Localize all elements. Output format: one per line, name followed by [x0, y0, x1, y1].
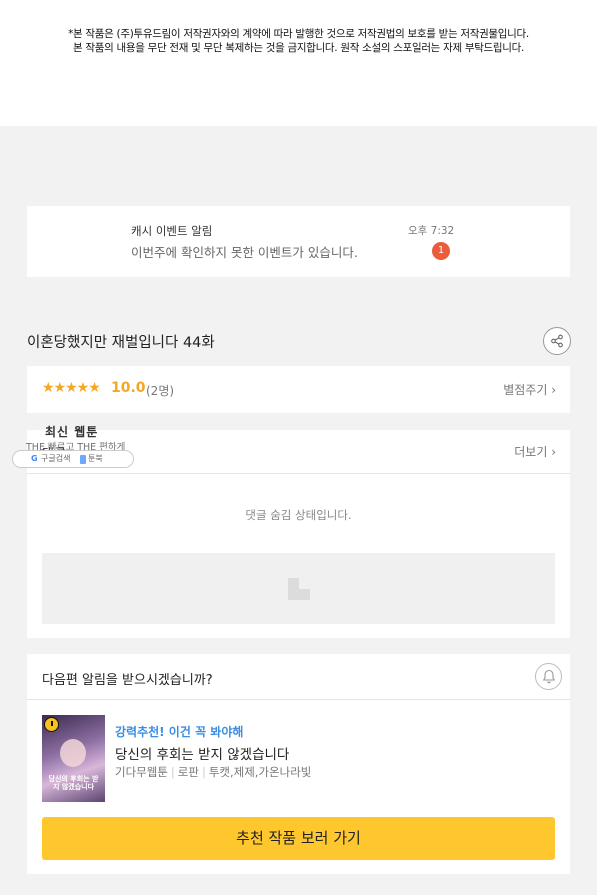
recommend-button[interactable]: 추천 작품 보러 가기	[42, 817, 555, 860]
rate-button[interactable]: 별점주기 ›	[503, 381, 556, 398]
share-icon	[551, 334, 563, 348]
rating-card: ★★★★★ 10.0 (2명) 별점주기 ›	[27, 366, 570, 413]
notification-badge: 1	[432, 242, 450, 260]
episode-title: 이혼당했지만 재벌입니다 44화	[27, 335, 215, 351]
clock-icon	[44, 717, 59, 732]
notification-time: 오후 7:32	[408, 225, 455, 237]
thumbnail-title-art: 당신의 후회는 받지 않겠습니다	[48, 775, 99, 791]
bell-icon	[542, 669, 555, 684]
google-g-icon: G	[31, 454, 38, 463]
app-label: 툰북	[88, 454, 103, 463]
notice-line-1: *본 작품은 (주)투유드림이 저작권자와의 계약에 따라 발행한 것으로 저작…	[68, 28, 529, 40]
recommend-thumbnail[interactable]: 당신의 후회는 받지 않겠습니다	[42, 715, 105, 802]
ad-placeholder[interactable]	[42, 553, 555, 624]
subscribe-question: 다음편 알림을 받으시겠습니까?	[42, 673, 213, 688]
rating-score: 10.0	[111, 380, 146, 396]
recommend-meta: 기다무웹툰 | 로판 | 투캣,제제,가온나라빛	[115, 765, 312, 779]
floating-ad-banner[interactable]: 최신 웹툰 THE 빠르고 THE 편하게 G 구글검색 툰북	[12, 421, 134, 469]
comments-more-button[interactable]: 더보기 ›	[514, 443, 556, 460]
rating-count: (2명)	[146, 384, 175, 398]
recommend-category: 로판	[177, 765, 199, 779]
comments-hidden-message: 댓글 숨김 상태입니다.	[245, 508, 352, 522]
recommend-title[interactable]: 당신의 후회는 받지 않겠습니다	[115, 743, 289, 763]
subscribe-bell-button[interactable]	[535, 663, 562, 690]
notification-message: 이번주에 확인하지 못한 이벤트가 있습니다.	[131, 245, 358, 260]
floating-ad-pill[interactable]: G 구글검색 툰북	[12, 450, 134, 468]
notification-title: 캐시 이벤트 알림	[131, 224, 213, 238]
floating-ad-title: 최신 웹툰	[45, 425, 99, 439]
recommend-tag: 강력추천! 이건 꼭 봐야해	[115, 725, 244, 739]
google-search-label: 구글검색	[41, 454, 71, 463]
recommend-keywords: 투캣,제제,가온나라빛	[208, 765, 312, 779]
recommend-genre: 기다무웹툰	[115, 765, 168, 779]
notification-card[interactable]: 캐시 이벤트 알림 이번주에 확인하지 못한 이벤트가 있습니다. 오후 7:3…	[27, 206, 570, 277]
divider	[27, 699, 570, 700]
rating-stars: ★★★★★	[42, 380, 101, 396]
ad-logo-icon	[287, 577, 310, 600]
thumbnail-illustration	[60, 739, 86, 767]
app-icon	[80, 455, 86, 464]
copyright-notice: *본 작품은 (주)투유드림이 저작권자와의 계약에 따라 발행한 것으로 저작…	[0, 0, 597, 126]
divider	[27, 473, 570, 474]
share-button[interactable]	[543, 327, 571, 355]
subscribe-card: 다음편 알림을 받으시겠습니까? 당신의 후회는 받지 않겠습니다 강력추천! …	[27, 654, 570, 874]
notice-line-2: 본 작품의 내용을 무단 전재 및 무단 복제하는 것을 금지합니다. 원작 소…	[72, 42, 525, 54]
